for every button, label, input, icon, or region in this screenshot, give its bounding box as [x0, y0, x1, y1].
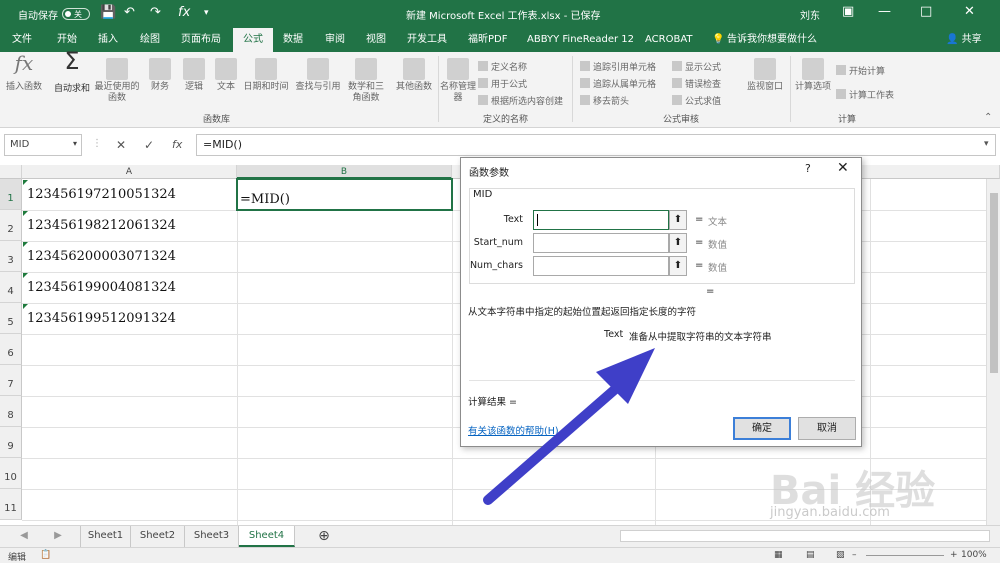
prev-sheet-icon[interactable]: ◀ [6, 526, 42, 547]
baidu-watermark-url: jingyan.baidu.com [770, 505, 890, 520]
zoom-slider[interactable] [866, 555, 944, 556]
sheet-tab-4[interactable]: Sheet4 [239, 526, 295, 547]
page-break-view-icon[interactable]: ▧ [836, 550, 845, 560]
accessibility-icon: 📋 [40, 550, 52, 560]
horizontal-scrollbar[interactable] [620, 530, 990, 542]
sheet-tab-bar: ◀ ▶ Sheet1 Sheet2 Sheet3 Sheet4 ⊕ [0, 525, 1000, 547]
next-sheet-icon[interactable]: ▶ [42, 526, 74, 547]
sheet-tab-3[interactable]: Sheet3 [185, 526, 239, 547]
page-layout-view-icon[interactable]: ▤ [806, 550, 815, 560]
add-sheet-icon[interactable]: ⊕ [314, 526, 334, 547]
zoom-out-icon[interactable]: – [852, 550, 857, 560]
zoom-level[interactable]: 100% [961, 550, 987, 560]
zoom-in-icon[interactable]: + [950, 550, 958, 560]
arrow-shaft [483, 380, 625, 505]
status-mode: 编辑 [8, 553, 27, 563]
sheet-tab-2[interactable]: Sheet2 [131, 526, 185, 547]
normal-view-icon[interactable]: ▦ [774, 550, 783, 560]
sheet-tab-1[interactable]: Sheet1 [80, 526, 131, 547]
status-bar: 编辑 📋 ▦ ▤ ▧ – + 100% [0, 547, 1000, 563]
